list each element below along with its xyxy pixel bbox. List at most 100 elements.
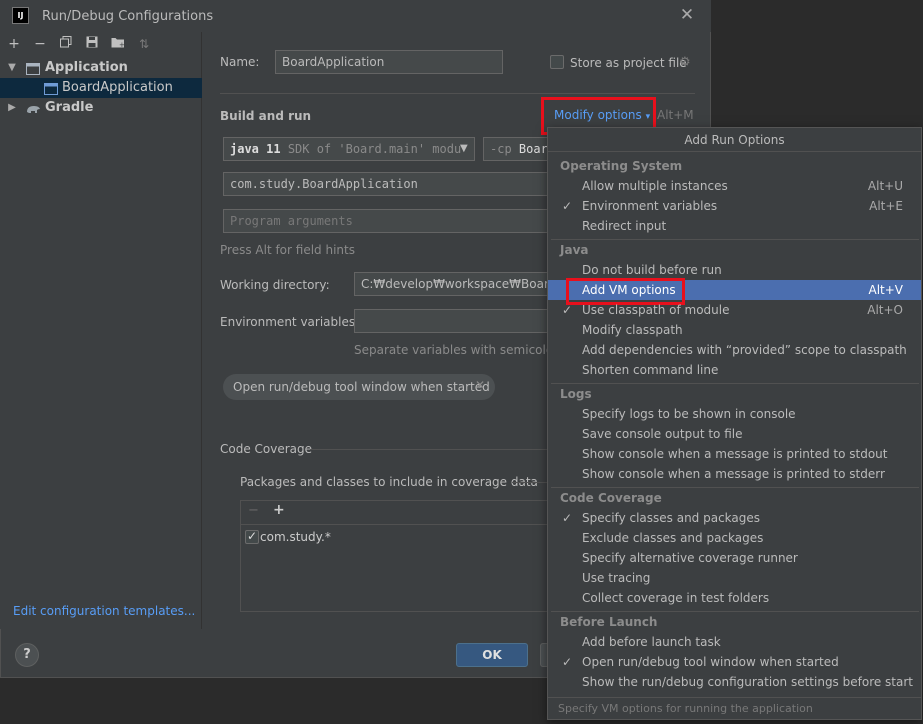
option-shortcut: Alt+E bbox=[869, 199, 903, 213]
store-project-checkbox[interactable] bbox=[550, 55, 564, 69]
tree-item-boardapplication[interactable]: BoardApplication bbox=[0, 78, 202, 98]
checkmark-icon: ✓ bbox=[562, 511, 573, 525]
tree-item-label: BoardApplication bbox=[62, 80, 173, 95]
close-icon[interactable]: ✕ bbox=[475, 378, 485, 392]
edit-templates-link[interactable]: Edit configuration templates... bbox=[13, 604, 195, 618]
option-use-classpath-of-module[interactable]: ✓ Use classpath of module Alt+O bbox=[548, 300, 921, 320]
option-label: Specify logs to be shown in console bbox=[582, 407, 796, 421]
window-title: Run/Debug Configurations bbox=[42, 9, 214, 24]
remove-icon[interactable]: − bbox=[248, 503, 259, 518]
tree-item-label: Application bbox=[45, 60, 128, 75]
option-allow-multiple-instances[interactable]: Allow multiple instances Alt+U bbox=[548, 176, 921, 196]
classpath-prefix: -cp bbox=[490, 142, 512, 156]
divider bbox=[551, 239, 919, 240]
working-dir-field[interactable]: C:₩develop₩workspace₩Board bbox=[354, 272, 549, 296]
option-shorten-command-line[interactable]: Shorten command line bbox=[548, 360, 921, 380]
chevron-down-icon[interactable]: ▼ bbox=[6, 58, 18, 78]
option-label: Add dependencies with “provided” scope t… bbox=[582, 343, 907, 357]
build-run-title: Build and run bbox=[220, 109, 312, 123]
help-button[interactable]: ? bbox=[15, 643, 39, 667]
option-exclude-classes[interactable]: Exclude classes and packages bbox=[548, 528, 921, 548]
divider bbox=[310, 449, 548, 450]
svg-text:+: + bbox=[119, 41, 125, 48]
classpath-value: Boar bbox=[518, 142, 548, 156]
field-hint: Press Alt for field hints bbox=[220, 243, 355, 257]
env-vars-field[interactable] bbox=[354, 309, 549, 333]
gradle-icon bbox=[26, 102, 40, 114]
option-specify-logs[interactable]: Specify logs to be shown in console bbox=[548, 404, 921, 424]
option-redirect-input[interactable]: Redirect input bbox=[548, 216, 921, 236]
env-vars-hint: Separate variables with semicolon: V bbox=[354, 343, 549, 357]
option-coverage-test-folders[interactable]: Collect coverage in test folders bbox=[548, 588, 921, 608]
option-specify-classes[interactable]: ✓ Specify classes and packages bbox=[548, 508, 921, 528]
tree-item-gradle[interactable]: ▶ Gradle bbox=[0, 98, 202, 118]
option-label: Environment variables bbox=[582, 199, 718, 213]
option-show-console-stderr[interactable]: Show console when a message is printed t… bbox=[548, 464, 921, 484]
group-title-code-coverage: Code Coverage bbox=[560, 491, 662, 505]
store-project-label: Store as project file bbox=[570, 56, 687, 70]
option-label: Specify alternative coverage runner bbox=[582, 551, 798, 565]
checkmark-icon: ✓ bbox=[562, 303, 573, 317]
folder-icon[interactable]: + bbox=[108, 35, 128, 53]
option-alternative-coverage-runner[interactable]: Specify alternative coverage runner bbox=[548, 548, 921, 568]
chevron-right-icon[interactable]: ▶ bbox=[6, 98, 18, 118]
option-shortcut: Alt+O bbox=[867, 303, 903, 317]
option-label: Shorten command line bbox=[582, 363, 719, 377]
application-icon bbox=[26, 62, 40, 75]
name-label: Name: bbox=[220, 55, 260, 69]
option-label: Show console when a message is printed t… bbox=[582, 447, 888, 461]
option-open-tool-window[interactable]: ✓ Open run/debug tool window when starte… bbox=[548, 652, 921, 672]
option-label: Exclude classes and packages bbox=[582, 531, 764, 545]
application-icon bbox=[44, 82, 58, 95]
working-dir-label: Working directory: bbox=[220, 278, 330, 292]
divider bbox=[220, 93, 695, 94]
divider bbox=[512, 482, 548, 483]
option-use-tracing[interactable]: Use tracing bbox=[548, 568, 921, 588]
tree-item-application[interactable]: ▼ Application bbox=[0, 58, 202, 78]
remove-icon[interactable]: − bbox=[30, 35, 50, 53]
close-icon[interactable]: ✕ bbox=[678, 4, 696, 26]
option-shortcut: Alt+V bbox=[868, 283, 903, 297]
option-save-console-output[interactable]: Save console output to file bbox=[548, 424, 921, 444]
option-label: Modify classpath bbox=[582, 323, 683, 337]
jdk-value: java 11 bbox=[230, 142, 281, 156]
divider bbox=[551, 383, 919, 384]
coverage-entry: com.study.* bbox=[260, 530, 331, 544]
gear-icon[interactable]: ⚙ bbox=[679, 55, 691, 70]
option-label: Show the run/debug configuration setting… bbox=[582, 675, 914, 689]
coverage-entry-checkbox[interactable] bbox=[245, 529, 259, 544]
program-arguments-field[interactable]: Program arguments bbox=[223, 209, 549, 233]
classpath-select[interactable]: -cp Boar bbox=[483, 137, 549, 161]
option-label: Collect coverage in test folders bbox=[582, 591, 770, 605]
jdk-select[interactable]: java 11 SDK of 'Board.main' modu bbox=[223, 137, 475, 161]
option-show-settings-before-start[interactable]: Show the run/debug configuration setting… bbox=[548, 672, 921, 692]
tree-item-label: Gradle bbox=[45, 100, 94, 115]
main-class-field[interactable]: com.study.BoardApplication bbox=[223, 172, 549, 196]
group-title-java: Java bbox=[560, 243, 589, 257]
popup-footer-hint: Specify VM options for running the appli… bbox=[548, 697, 921, 719]
add-icon[interactable]: + bbox=[273, 502, 285, 518]
option-modify-classpath[interactable]: Modify classpath bbox=[548, 320, 921, 340]
save-icon[interactable] bbox=[82, 35, 102, 53]
option-add-provided-dependencies[interactable]: Add dependencies with “provided” scope t… bbox=[548, 340, 921, 360]
checkmark-icon: ✓ bbox=[562, 655, 573, 669]
option-label: Use tracing bbox=[582, 571, 651, 585]
option-label: Open run/debug tool window when started bbox=[582, 655, 839, 669]
popup-title: Add Run Options bbox=[548, 128, 921, 152]
option-do-not-build[interactable]: Do not build before run bbox=[548, 260, 921, 280]
option-show-console-stdout[interactable]: Show console when a message is printed t… bbox=[548, 444, 921, 464]
option-add-before-launch-task[interactable]: Add before launch task bbox=[548, 632, 921, 652]
add-icon[interactable]: + bbox=[4, 35, 24, 53]
option-shortcut: Alt+U bbox=[867, 179, 903, 193]
name-field[interactable]: BoardApplication bbox=[275, 50, 503, 74]
option-label: Allow multiple instances bbox=[582, 179, 728, 193]
chevron-down-icon[interactable]: ▼ bbox=[460, 143, 468, 154]
option-environment-variables[interactable]: ✓ Environment variables Alt+E bbox=[548, 196, 921, 216]
copy-icon[interactable] bbox=[56, 35, 76, 53]
sort-icon[interactable]: ⇅ bbox=[134, 35, 154, 53]
configurations-sidebar bbox=[0, 32, 202, 629]
option-label: Redirect input bbox=[582, 219, 667, 233]
checkmark-icon: ✓ bbox=[562, 199, 573, 213]
ok-button[interactable]: OK bbox=[456, 643, 528, 667]
intellij-app-icon: IJ bbox=[12, 7, 29, 24]
